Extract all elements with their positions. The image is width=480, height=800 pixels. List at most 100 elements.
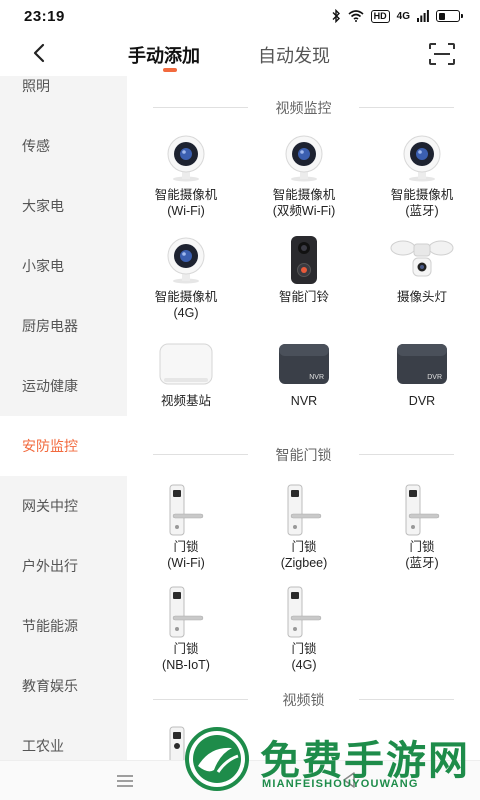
sidebar-item-kitchen[interactable]: 厨房电器	[0, 296, 127, 356]
tab-manual-add[interactable]: 手动添加	[128, 42, 200, 68]
device-name: DVR	[408, 394, 436, 408]
device-badge: NVR	[309, 374, 324, 381]
sidebar-item-lighting[interactable]: 照明	[0, 76, 127, 116]
sidebar-item-energy[interactable]: 节能能源	[0, 596, 127, 656]
device-variant: (4G)	[173, 306, 199, 320]
sidebar-item-label: 网关中控	[22, 498, 78, 514]
tab-indicator	[163, 68, 177, 72]
device-camera-4g[interactable]: 智能摄像机 (4G)	[127, 234, 245, 321]
status-icons: HD 4G	[331, 9, 463, 23]
menu-icon[interactable]	[115, 773, 135, 789]
header: 手动添加 自动发现	[0, 32, 480, 76]
device-variant: (Zigbee)	[280, 556, 328, 570]
device-name: 门锁	[409, 540, 435, 554]
device-name: 智能摄像机	[272, 188, 336, 202]
signal-label: 4G	[396, 10, 410, 22]
camera-icon	[403, 135, 441, 182]
device-lock-4g[interactable]: 门锁 (4G)	[245, 586, 363, 673]
sidebar-item-security[interactable]: 安防监控	[0, 416, 127, 476]
sidebar-item-sensor[interactable]: 传感	[0, 116, 127, 176]
sidebar-item-label: 工农业	[22, 738, 64, 754]
section-title: 视频监控	[275, 100, 332, 116]
device-camera-bluetooth[interactable]: 智能摄像机 (蓝牙)	[363, 132, 480, 219]
device-variant: (Wi-Fi)	[167, 204, 205, 218]
battery-icon	[436, 10, 463, 22]
device-variant: (蓝牙)	[405, 204, 439, 218]
sidebar-item-large-appliance[interactable]: 大家电	[0, 176, 127, 236]
sidebar-item-label: 户外出行	[22, 558, 78, 574]
device-nvr[interactable]: NVR NVR	[245, 338, 363, 409]
scan-icon[interactable]	[428, 42, 456, 66]
sidebar-item-label: 运动健康	[22, 378, 78, 394]
status-bar: 23:19 HD 4G	[0, 0, 480, 32]
device-video-base-station[interactable]: 视频基站	[127, 338, 245, 409]
device-name: 门锁	[173, 642, 199, 656]
sidebar-item-label: 教育娱乐	[22, 678, 78, 694]
device-name: 视频基站	[160, 394, 211, 408]
section-header-video-lock: 视频锁	[127, 688, 480, 712]
camera-icon	[285, 135, 323, 182]
sidebar-item-label: 传感	[22, 138, 50, 154]
door-lock-icon	[287, 484, 322, 536]
sidebar-item-label: 大家电	[22, 198, 64, 214]
sidebar-item-health[interactable]: 运动健康	[0, 356, 127, 416]
back-button[interactable]	[24, 38, 54, 68]
device-name: 门锁	[173, 540, 199, 554]
device-name: 门锁	[291, 642, 317, 656]
sidebar-item-label: 小家电	[22, 258, 64, 274]
signal-bars-icon	[417, 10, 429, 22]
device-name: 摄像头灯	[396, 290, 447, 304]
device-dvr[interactable]: DVR DVR	[363, 338, 480, 409]
sidebar-item-education[interactable]: 教育娱乐	[0, 656, 127, 716]
device-name: 智能摄像机	[154, 188, 218, 202]
device-camera-wifi[interactable]: 智能摄像机 (Wi-Fi)	[127, 132, 245, 219]
base-station-icon	[159, 343, 213, 385]
wifi-icon	[348, 10, 364, 22]
sidebar-item-gateway[interactable]: 网关中控	[0, 476, 127, 536]
device-variant: (蓝牙)	[405, 556, 439, 570]
device-badge: DVR	[427, 374, 442, 381]
watermark-logo-icon	[185, 727, 249, 791]
watermark-subtitle: MIANFEISHOUYOUWANG	[262, 778, 419, 790]
tab-auto-discover[interactable]: 自动发现	[258, 42, 330, 68]
section-header-video-surveillance: 视频监控	[127, 96, 480, 120]
device-camera-dual-wifi[interactable]: 智能摄像机 (双频Wi-Fi)	[245, 132, 363, 219]
device-smart-doorbell[interactable]: 智能门铃	[245, 234, 363, 305]
camera-icon	[167, 237, 205, 284]
device-variant: (4G)	[291, 658, 317, 672]
sidebar-item-label: 照明	[22, 78, 50, 94]
device-lock-zigbee[interactable]: 门锁 (Zigbee)	[245, 484, 363, 571]
watermark: 免费手游网 MIANFEISHOUYOUWANG	[178, 722, 480, 800]
bluetooth-icon	[332, 9, 340, 23]
divider	[359, 107, 454, 108]
device-lock-nbiot[interactable]: 门锁 (NB-IoT)	[127, 586, 245, 673]
device-lock-wifi[interactable]: 门锁 (Wi-Fi)	[127, 484, 245, 571]
section-title: 智能门锁	[275, 447, 332, 463]
device-list: 视频监控 智能摄像机 (Wi-Fi) 智能摄像机 (双频Wi-Fi) 智能摄像机…	[127, 76, 480, 760]
category-sidebar: 照明 传感 大家电 小家电 厨房电器 运动健康 安防监控 网关中控 户外出行 节…	[0, 76, 127, 760]
door-lock-icon	[287, 586, 322, 638]
battery-fill	[438, 12, 446, 20]
status-time: 23:19	[24, 7, 65, 25]
sidebar-item-small-appliance[interactable]: 小家电	[0, 236, 127, 296]
device-name: 智能摄像机	[154, 290, 218, 304]
device-name: 智能摄像机	[390, 188, 454, 202]
door-lock-icon	[169, 586, 204, 638]
sidebar-item-outdoor[interactable]: 户外出行	[0, 536, 127, 596]
sidebar-item-label: 安防监控	[22, 438, 78, 454]
divider	[359, 699, 454, 700]
device-variant: (双频Wi-Fi)	[272, 204, 336, 218]
divider	[359, 454, 454, 455]
nvr-icon: NVR	[279, 344, 329, 384]
device-floodlight-camera[interactable]: 摄像头灯	[363, 234, 480, 305]
device-lock-bluetooth[interactable]: 门锁 (蓝牙)	[363, 484, 480, 571]
floodlight-camera-icon	[390, 240, 454, 277]
device-variant: (Wi-Fi)	[167, 556, 205, 570]
door-lock-icon	[405, 484, 440, 536]
section-title: 视频锁	[282, 692, 325, 708]
device-name: 智能门铃	[278, 290, 329, 304]
door-lock-icon	[169, 484, 204, 536]
sidebar-item-agriculture[interactable]: 工农业	[0, 716, 127, 760]
device-name: NVR	[290, 394, 318, 408]
dvr-icon: DVR	[397, 344, 447, 384]
